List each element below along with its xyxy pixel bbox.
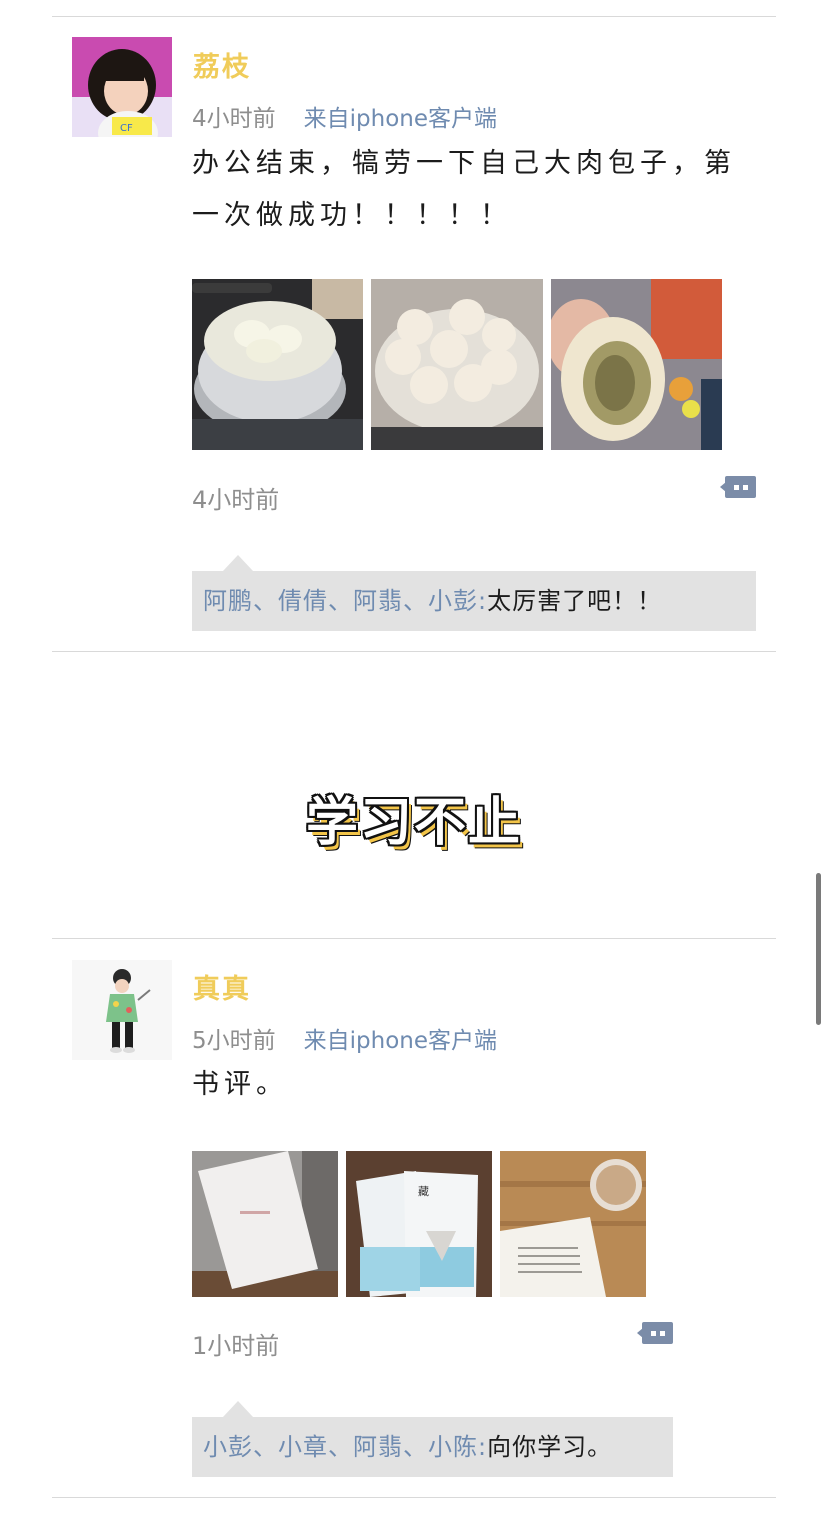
post-bottom-time: 4小时前 bbox=[192, 486, 280, 514]
comment-button[interactable] bbox=[720, 476, 756, 498]
reply-box[interactable]: 小彭、小章、阿翡、小陈:向你学习。 bbox=[192, 1417, 673, 1477]
post-divider bbox=[52, 651, 776, 652]
avatar[interactable] bbox=[72, 960, 172, 1060]
reply-text: 向你学习。 bbox=[487, 1433, 613, 1461]
post-image-1[interactable] bbox=[192, 279, 363, 450]
girl-avatar-icon: CF bbox=[72, 37, 172, 137]
bun-filling-photo bbox=[551, 279, 722, 450]
post-time: 5小时前 bbox=[192, 1028, 276, 1054]
poetry-books-photo: 藏 bbox=[346, 1151, 492, 1297]
username[interactable]: 真真 bbox=[193, 967, 251, 1006]
username[interactable]: 荔枝 bbox=[193, 45, 251, 84]
svg-text:CF: CF bbox=[120, 123, 133, 134]
cartoon-girl-avatar-icon bbox=[72, 960, 172, 1060]
reply-caret bbox=[223, 1401, 253, 1417]
post-bottom-time: 1小时前 bbox=[192, 1332, 280, 1360]
post-meta: 5小时前 来自iphone客户端 bbox=[192, 1021, 497, 1055]
top-divider bbox=[52, 16, 776, 17]
bottom-divider bbox=[52, 1497, 776, 1498]
reply-likers[interactable]: 阿鹏、倩倩、阿翡、小彭: bbox=[203, 587, 487, 615]
post-time: 4小时前 bbox=[192, 106, 276, 132]
reply-text: 太厉害了吧！！ bbox=[487, 587, 663, 615]
post-image-2[interactable]: 藏 bbox=[346, 1151, 492, 1297]
post-image-1[interactable] bbox=[192, 1151, 338, 1297]
post-divider bbox=[52, 938, 776, 939]
open-book-coffee-photo bbox=[500, 1151, 646, 1297]
scrollbar[interactable] bbox=[816, 873, 821, 1025]
post-source: 来自iphone客户端 bbox=[303, 106, 498, 132]
post-meta: 4小时前 来自iphone客户端 bbox=[192, 99, 497, 133]
post-source: 来自iphone客户端 bbox=[303, 1028, 498, 1054]
svg-text:藏: 藏 bbox=[418, 1185, 429, 1198]
post-content: 办公结束，犒劳一下自己大肉包子，第一次做成功！！！！！ bbox=[192, 148, 736, 231]
steamer-pot-photo bbox=[192, 279, 363, 450]
post-content: 书评。 bbox=[192, 1069, 288, 1100]
avatar[interactable]: CF bbox=[72, 37, 172, 137]
comment-bubble-icon bbox=[720, 476, 756, 498]
post-image-2[interactable] bbox=[371, 279, 543, 450]
reply-box[interactable]: 阿鹏、倩倩、阿翡、小彭:太厉害了吧！！ bbox=[192, 571, 756, 631]
book-cover-photo bbox=[192, 1151, 338, 1297]
reply-likers[interactable]: 小彭、小章、阿翡、小陈: bbox=[203, 1433, 487, 1461]
reply-caret bbox=[223, 555, 253, 571]
steamed-buns-photo bbox=[371, 279, 543, 450]
comment-bubble-icon bbox=[637, 1322, 673, 1344]
comment-button[interactable] bbox=[637, 1322, 673, 1344]
section-title: 学习不止 bbox=[305, 793, 522, 853]
post-image-3[interactable] bbox=[500, 1151, 646, 1297]
post-image-3[interactable] bbox=[551, 279, 722, 450]
